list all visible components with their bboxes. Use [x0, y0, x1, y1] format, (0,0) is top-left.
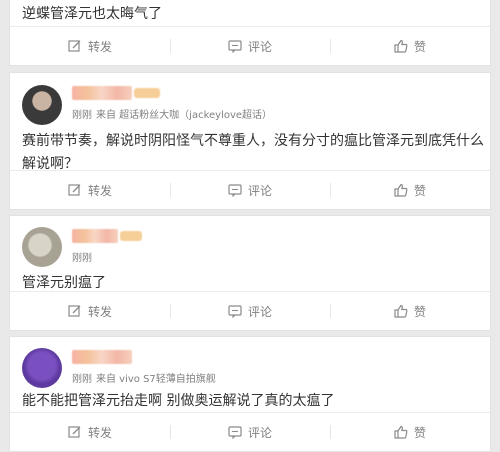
thumbs-up-icon	[394, 425, 408, 439]
like-label: 赞	[413, 39, 426, 54]
edit-share-icon	[68, 305, 81, 317]
comment-card: 刚刚 来自 超话粉丝大咖（jackeylove超话） 赛前带节奏，解说时阴阳怪气不…	[9, 72, 491, 210]
user-badge	[120, 231, 142, 241]
repost-button[interactable]: 转发	[10, 292, 170, 330]
thumbs-up-icon	[394, 39, 408, 53]
action-bar: 转发 评论 赞	[10, 291, 490, 330]
repost-button[interactable]: 转发	[10, 27, 170, 65]
like-button[interactable]: 赞	[330, 413, 490, 451]
user-badge	[134, 88, 160, 98]
comment-meta: 刚刚	[72, 249, 96, 264]
repost-button[interactable]: 转发	[10, 413, 170, 451]
comment-bubble-icon	[228, 184, 242, 197]
username[interactable]	[72, 229, 118, 243]
comment-button[interactable]: 评论	[170, 171, 330, 209]
comment-card: 刚刚 来自 vivo S7轻薄自拍旗舰 能不能把管泽元抬走啊 别做奥运解说了真的太…	[9, 336, 491, 452]
like-label: 赞	[413, 304, 426, 319]
source-label: 来自 vivo S7轻薄自拍旗舰	[96, 374, 216, 385]
repost-label: 转发	[87, 183, 112, 198]
username[interactable]	[72, 350, 132, 364]
edit-share-icon	[68, 426, 81, 438]
comment-button[interactable]: 评论	[170, 292, 330, 330]
thumbs-up-icon	[394, 304, 408, 318]
repost-label: 转发	[87, 304, 112, 319]
comment-text-line: 赛前带节奏，解说时阴阳怪气不尊重人，没有分寸的瘟比管泽元到底凭什么	[22, 133, 484, 149]
action-bar: 转发 评论 赞	[10, 26, 490, 65]
action-bar: 转发 评论 赞	[10, 170, 490, 209]
post-text: 逆蝶管泽元也太晦气了	[22, 6, 162, 22]
timestamp: 刚刚	[72, 374, 92, 385]
avatar[interactable]	[22, 348, 62, 388]
repost-button[interactable]: 转发	[10, 171, 170, 209]
timestamp: 刚刚	[72, 110, 92, 121]
comment-label: 评论	[247, 425, 272, 440]
repost-label: 转发	[87, 39, 112, 54]
repost-label: 转发	[87, 425, 112, 440]
edit-share-icon	[68, 40, 81, 52]
timestamp: 刚刚	[72, 253, 92, 264]
comment-label: 评论	[247, 304, 272, 319]
comment-label: 评论	[247, 183, 272, 198]
like-label: 赞	[413, 425, 426, 440]
avatar[interactable]	[22, 227, 62, 267]
comment-bubble-icon	[228, 305, 242, 318]
like-button[interactable]: 赞	[330, 292, 490, 330]
comment-text: 能不能把管泽元抬走啊 别做奥运解说了真的太瘟了	[22, 393, 335, 409]
comment-bubble-icon	[228, 426, 242, 439]
comment-button[interactable]: 评论	[170, 27, 330, 65]
post-card-top: 逆蝶管泽元也太晦气了 转发 评论 赞	[9, 0, 491, 66]
comment-meta: 刚刚 来自 vivo S7轻薄自拍旗舰	[72, 370, 220, 385]
like-button[interactable]: 赞	[330, 171, 490, 209]
thumbs-up-icon	[394, 183, 408, 197]
comment-button[interactable]: 评论	[170, 413, 330, 451]
like-label: 赞	[413, 183, 426, 198]
edit-share-icon	[68, 184, 81, 196]
source-label: 来自 超话粉丝大咖（jackeylove超话）	[96, 110, 273, 121]
avatar[interactable]	[22, 85, 62, 125]
comment-bubble-icon	[228, 40, 242, 53]
comment-meta: 刚刚 来自 超话粉丝大咖（jackeylove超话）	[72, 106, 276, 121]
action-bar: 转发 评论 赞	[10, 412, 490, 451]
comment-label: 评论	[247, 39, 272, 54]
comment-card: 刚刚 管泽元别瘟了 转发 评论 赞	[9, 215, 491, 331]
username[interactable]	[72, 86, 132, 100]
like-button[interactable]: 赞	[330, 27, 490, 65]
